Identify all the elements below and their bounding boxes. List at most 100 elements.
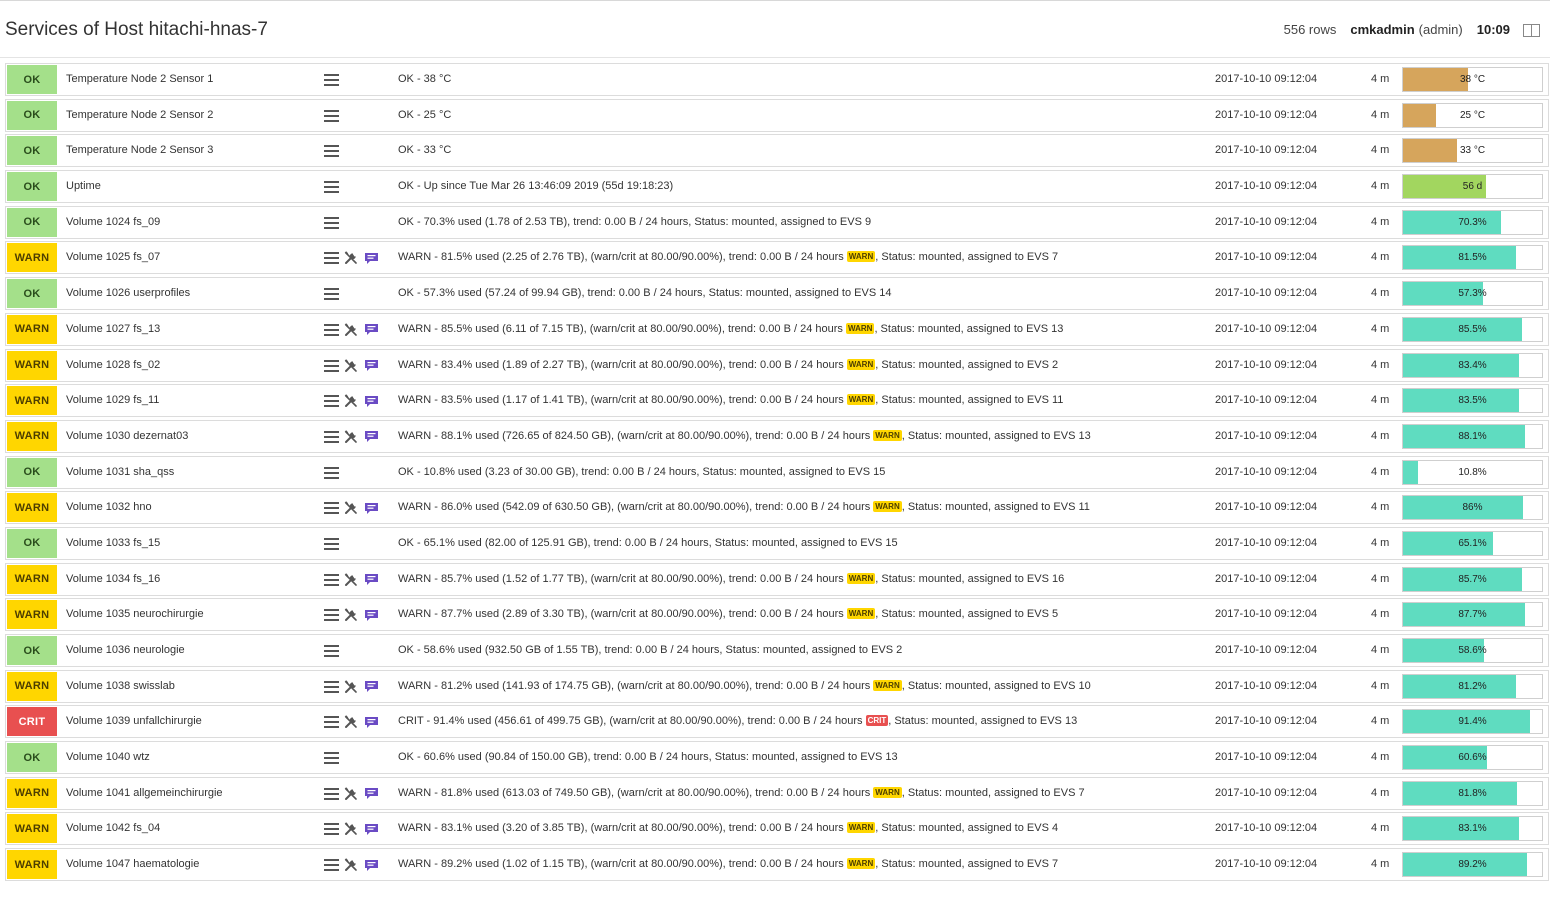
tools-icon[interactable] [344, 358, 358, 373]
service-name[interactable]: Volume 1026 userprofiles [66, 287, 190, 299]
state-badge[interactable]: WARN [7, 778, 57, 808]
state-badge[interactable]: OK [7, 636, 57, 665]
comment-icon[interactable] [364, 680, 379, 693]
tools-icon[interactable] [344, 822, 358, 836]
book-icon[interactable] [1522, 23, 1540, 37]
menu-icon[interactable] [324, 466, 339, 479]
perfometer[interactable]: 57.3% [1402, 281, 1543, 307]
perfometer[interactable]: 89.2% [1402, 852, 1543, 878]
service-name[interactable]: Volume 1041 allgemeinchirurgie [66, 787, 223, 799]
menu-icon[interactable] [324, 645, 339, 657]
perfometer[interactable]: 56 d [1402, 174, 1543, 200]
service-name[interactable]: Volume 1030 dezernat03 [66, 430, 188, 442]
perfometer[interactable]: 10.8% [1402, 459, 1543, 485]
state-badge[interactable]: OK [7, 528, 57, 558]
service-name[interactable]: Volume 1032 hno [66, 501, 152, 513]
service-name[interactable]: Volume 1024 fs_09 [66, 216, 160, 228]
menu-icon[interactable] [324, 859, 339, 872]
state-badge[interactable]: CRIT [7, 707, 57, 737]
menu-icon[interactable] [324, 323, 339, 336]
service-name[interactable]: Volume 1040 wtz [66, 751, 150, 763]
service-name[interactable]: Volume 1036 neurologie [66, 644, 185, 656]
service-name[interactable]: Temperature Node 2 Sensor 2 [66, 109, 213, 121]
menu-icon[interactable] [324, 609, 339, 622]
state-badge[interactable]: WARN [7, 850, 57, 880]
tools-icon[interactable] [344, 608, 358, 622]
perfometer[interactable]: 60.6% [1402, 745, 1543, 771]
perfometer[interactable]: 83.5% [1402, 388, 1543, 414]
menu-icon[interactable] [324, 787, 339, 800]
menu-icon[interactable] [324, 573, 339, 586]
username[interactable]: cmkadmin [1350, 22, 1414, 37]
perfometer[interactable]: 81.2% [1402, 673, 1543, 699]
comment-icon[interactable] [364, 823, 379, 836]
service-name[interactable]: Volume 1033 fs_15 [66, 537, 160, 549]
tools-icon[interactable] [344, 572, 358, 587]
service-name[interactable]: Volume 1029 fs_11 [66, 394, 159, 406]
perfometer[interactable]: 85.7% [1402, 566, 1543, 592]
menu-icon[interactable] [324, 537, 339, 550]
menu-icon[interactable] [324, 74, 339, 86]
state-badge[interactable]: WARN [7, 493, 57, 523]
tools-icon[interactable] [344, 679, 358, 694]
menu-icon[interactable] [324, 395, 339, 408]
perfometer[interactable]: 33 °C [1402, 138, 1543, 164]
tools-icon[interactable] [344, 858, 358, 872]
service-name[interactable]: Volume 1042 fs_04 [66, 822, 160, 834]
comment-icon[interactable] [364, 359, 379, 372]
comment-icon[interactable] [364, 716, 379, 729]
state-badge[interactable]: WARN [7, 314, 57, 344]
comment-icon[interactable] [364, 787, 379, 800]
tools-icon[interactable] [344, 323, 358, 337]
perfometer[interactable]: 38 °C [1402, 67, 1543, 92]
menu-icon[interactable] [324, 109, 339, 122]
state-badge[interactable]: WARN [7, 386, 57, 416]
state-badge[interactable]: OK [7, 136, 57, 166]
tools-icon[interactable] [344, 251, 358, 265]
state-badge[interactable]: OK [7, 172, 57, 202]
state-badge[interactable]: OK [7, 279, 57, 309]
perfometer[interactable]: 83.4% [1402, 352, 1543, 378]
state-badge[interactable]: WARN [7, 671, 57, 701]
menu-icon[interactable] [324, 252, 339, 265]
state-badge[interactable]: OK [7, 743, 57, 773]
service-name[interactable]: Volume 1027 fs_13 [66, 323, 160, 335]
comment-icon[interactable] [364, 573, 379, 586]
menu-icon[interactable] [324, 288, 339, 301]
perfometer[interactable]: 25 °C [1402, 102, 1543, 128]
menu-icon[interactable] [324, 145, 339, 158]
state-badge[interactable]: OK [7, 100, 57, 130]
perfometer[interactable]: 87.7% [1402, 602, 1543, 628]
service-name[interactable]: Volume 1025 fs_07 [66, 251, 160, 263]
menu-icon[interactable] [324, 216, 339, 229]
comment-icon[interactable] [364, 395, 379, 408]
service-name[interactable]: Temperature Node 2 Sensor 3 [66, 144, 213, 156]
service-name[interactable]: Volume 1035 neurochirurgie [66, 608, 204, 620]
service-name[interactable]: Volume 1028 fs_02 [66, 359, 160, 371]
comment-icon[interactable] [364, 609, 379, 622]
comment-icon[interactable] [364, 430, 379, 443]
state-badge[interactable]: WARN [7, 350, 57, 380]
service-name[interactable]: Volume 1034 fs_16 [66, 573, 160, 585]
tools-icon[interactable] [344, 715, 358, 729]
perfometer[interactable]: 65.1% [1402, 530, 1543, 556]
comment-icon[interactable] [364, 252, 379, 265]
menu-icon[interactable] [324, 359, 339, 372]
state-badge[interactable]: WARN [7, 814, 57, 844]
comment-icon[interactable] [364, 859, 379, 872]
perfometer[interactable]: 81.8% [1402, 780, 1543, 806]
perfometer[interactable]: 58.6% [1402, 638, 1543, 663]
state-badge[interactable]: OK [7, 65, 57, 94]
service-name[interactable]: Volume 1038 swisslab [66, 680, 175, 692]
service-name[interactable]: Volume 1047 haematologie [66, 858, 199, 870]
service-name[interactable]: Volume 1039 unfallchirurgie [66, 715, 202, 727]
state-badge[interactable]: WARN [7, 243, 57, 273]
state-badge[interactable]: OK [7, 207, 57, 237]
perfometer[interactable]: 81.5% [1402, 245, 1543, 271]
menu-icon[interactable] [324, 502, 339, 515]
perfometer[interactable]: 83.1% [1402, 816, 1543, 842]
menu-icon[interactable] [324, 181, 339, 194]
tools-icon[interactable] [344, 394, 358, 408]
perfometer[interactable]: 88.1% [1402, 423, 1543, 449]
state-badge[interactable]: WARN [7, 421, 57, 451]
